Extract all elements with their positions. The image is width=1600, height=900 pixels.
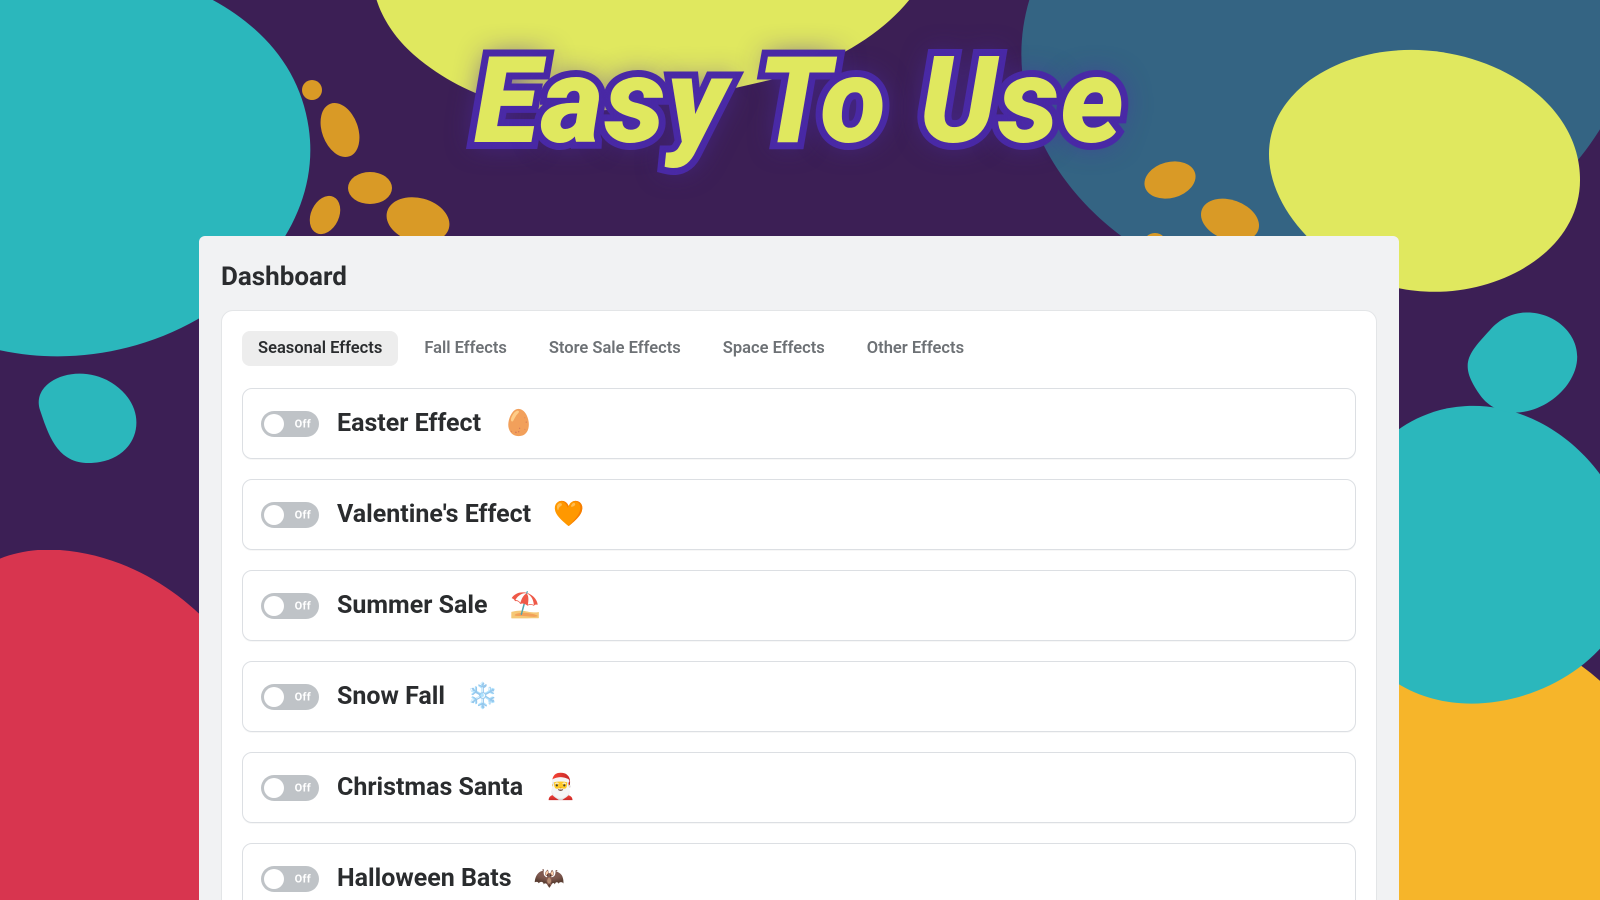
promo-headline: Easy To Use: [0, 32, 1600, 172]
tab-other-effects[interactable]: Other Effects: [851, 331, 980, 366]
effects-list: Off Easter Effect 🥚 Off Valentine's Effe…: [242, 388, 1356, 900]
snowflake-icon: ❄️: [467, 682, 498, 711]
toggle-label: Off: [295, 508, 311, 521]
toggle-easter[interactable]: Off: [261, 411, 319, 437]
effect-label: Christmas Santa: [337, 773, 523, 802]
toggle-knob: [264, 596, 284, 616]
egg-icon: 🥚: [503, 409, 534, 438]
dashboard-panel: Dashboard Seasonal Effects Fall Effects …: [199, 236, 1399, 900]
effect-row-snow-fall: Off Snow Fall ❄️: [242, 661, 1356, 732]
toggle-snow[interactable]: Off: [261, 684, 319, 710]
effect-row-easter: Off Easter Effect 🥚: [242, 388, 1356, 459]
toggle-label: Off: [295, 872, 311, 885]
toggle-knob: [264, 414, 284, 434]
effect-row-christmas-santa: Off Christmas Santa 🎅: [242, 752, 1356, 823]
effects-card: Seasonal Effects Fall Effects Store Sale…: [221, 310, 1377, 900]
toggle-label: Off: [295, 599, 311, 612]
effects-tabs: Seasonal Effects Fall Effects Store Sale…: [242, 331, 1356, 366]
toggle-label: Off: [295, 417, 311, 430]
effect-label: Valentine's Effect: [337, 500, 531, 529]
promo-stage: Easy To Use Dashboard Seasonal Effects F…: [0, 0, 1600, 900]
toggle-knob: [264, 687, 284, 707]
effect-row-valentines: Off Valentine's Effect 🧡: [242, 479, 1356, 550]
heart-icon: 🧡: [553, 500, 584, 529]
effect-label: Halloween Bats: [337, 864, 512, 893]
toggle-label: Off: [295, 690, 311, 703]
toggle-knob: [264, 505, 284, 525]
effect-label: Easter Effect: [337, 409, 481, 438]
effect-row-halloween-bats: Off Halloween Bats 🦇: [242, 843, 1356, 900]
toggle-bats[interactable]: Off: [261, 866, 319, 892]
toggle-knob: [264, 778, 284, 798]
tab-space-effects[interactable]: Space Effects: [707, 331, 841, 366]
effect-label: Summer Sale: [337, 591, 487, 620]
toggle-label: Off: [295, 781, 311, 794]
effect-label: Snow Fall: [337, 682, 445, 711]
toggle-santa[interactable]: Off: [261, 775, 319, 801]
tab-seasonal-effects[interactable]: Seasonal Effects: [242, 331, 398, 366]
santa-icon: 🎅: [545, 773, 576, 802]
page-title: Dashboard: [199, 236, 1399, 310]
umbrella-icon: ⛱️: [509, 591, 540, 620]
toggle-valentines[interactable]: Off: [261, 502, 319, 528]
toggle-knob: [264, 869, 284, 889]
effect-row-summer-sale: Off Summer Sale ⛱️: [242, 570, 1356, 641]
toggle-summer[interactable]: Off: [261, 593, 319, 619]
tab-fall-effects[interactable]: Fall Effects: [408, 331, 523, 366]
bat-icon: 🦇: [534, 864, 565, 893]
tab-store-sale-effects[interactable]: Store Sale Effects: [533, 331, 697, 366]
